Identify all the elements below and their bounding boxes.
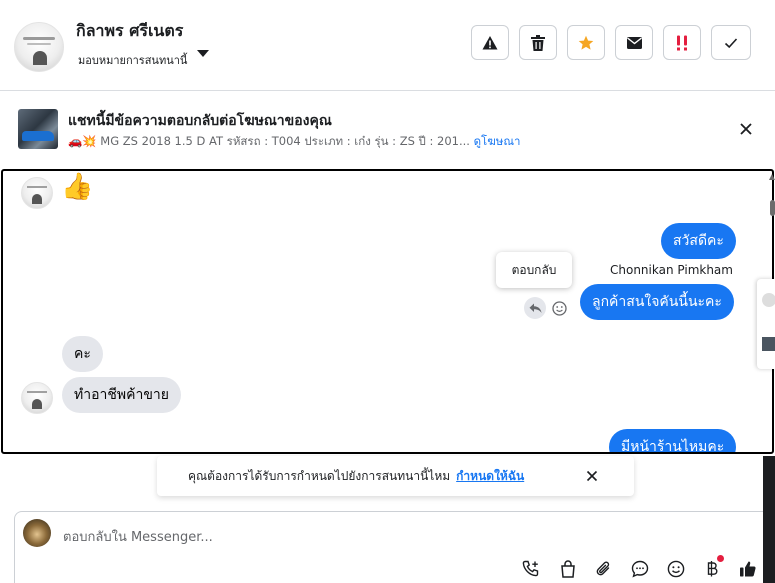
avatar (762, 293, 775, 307)
caret-down-icon[interactable] (197, 50, 209, 57)
window-edge (763, 456, 775, 583)
baht-icon (707, 561, 718, 577)
ad-thumbnail[interactable] (18, 109, 58, 149)
mark-done-button[interactable] (711, 25, 751, 60)
thumbs-up-icon (740, 561, 756, 577)
assign-prompt-text: คุณต้องการได้รับการกำหนดไปยังการสนทนานี้… (188, 467, 524, 486)
emoji-icon (667, 560, 685, 578)
avatar-figure (32, 399, 42, 409)
avatar-scribble (27, 186, 47, 188)
check-icon (724, 37, 738, 48)
avatar-figure (33, 51, 47, 65)
reply-input[interactable]: ตอบกลับใน Messenger... (63, 526, 213, 547)
star-button[interactable] (567, 25, 605, 60)
notification-dot (717, 555, 724, 562)
chat-bubble-icon (631, 560, 649, 578)
thumbs-up-reaction[interactable]: 👍 (61, 172, 93, 202)
send-like-button[interactable] (737, 558, 759, 580)
message-incoming[interactable]: ทำอาชีพค้าขาย (62, 377, 181, 413)
assign-conversation-dropdown[interactable]: มอบหมายการสนทนานี้ (78, 51, 187, 69)
shopping-bag-icon (561, 560, 575, 578)
avatar-figure (32, 194, 42, 204)
reply-tooltip: ตอบกลับ (496, 252, 572, 288)
envelope-icon (626, 36, 642, 49)
mark-spam-button[interactable] (471, 25, 509, 60)
exclamation-icon (677, 35, 687, 50)
message-incoming[interactable]: คะ (62, 336, 103, 372)
emoji-button[interactable] (665, 558, 687, 580)
call-button[interactable] (520, 558, 542, 580)
sender-name: Chonnikan Pimkham (610, 263, 733, 277)
car-image (22, 131, 54, 141)
star-icon (578, 35, 594, 50)
reply-button[interactable] (524, 297, 546, 319)
shop-button[interactable] (557, 558, 579, 580)
contact-avatar-small (21, 177, 53, 209)
ad-thumbnail-small (762, 337, 775, 351)
contact-avatar[interactable] (14, 22, 64, 72)
ad-details: 🚗💥 MG ZS 2018 1.5 D AT รหัสรถ : T004 ประ… (68, 133, 520, 151)
attach-button[interactable] (593, 558, 615, 580)
message-outgoing[interactable]: มีหน้าร้านไหมคะ (609, 429, 737, 452)
emoji-icon (551, 300, 567, 316)
message-composer[interactable] (14, 511, 775, 583)
message-thread[interactable]: สวัสดีคะ Chonnikan Pimkham ลูกค้าสนใจคัน… (1, 169, 774, 454)
attachment-icon (596, 561, 610, 576)
ad-reply-context: แชทนี้มีข้อความตอบกลับต่อโฆษณาของคุณ 🚗💥 … (0, 92, 775, 164)
close-icon[interactable] (584, 468, 600, 484)
avatar-scribble (27, 391, 47, 393)
mark-important-button[interactable] (663, 25, 701, 60)
avatar-scribble (27, 43, 51, 45)
delete-button[interactable] (519, 25, 557, 60)
assign-question: คุณต้องการได้รับการกำหนดไปยังการสนทนานี้… (188, 469, 451, 483)
react-button[interactable] (548, 297, 570, 319)
message-outgoing[interactable]: ลูกค้าสนใจคันนี้นะคะ (580, 284, 734, 320)
warning-icon (482, 35, 498, 49)
side-panel-peek[interactable] (757, 279, 775, 369)
phone-add-icon (522, 560, 539, 577)
saved-replies-button[interactable] (629, 558, 651, 580)
conversation-header: กิลาพร ศรีเนตร มอบหมายการสนทนานี้ (0, 0, 775, 91)
avatar-scribble (23, 37, 55, 40)
page-avatar (23, 519, 51, 547)
scrollbar-thumb[interactable] (770, 200, 775, 216)
scroll-up-arrow[interactable] (769, 174, 775, 180)
ad-reply-title: แชทนี้มีข้อความตอบกลับต่อโฆษณาของคุณ (68, 113, 332, 129)
assign-to-me-link[interactable]: กำหนดให้ฉัน (456, 469, 524, 483)
message-outgoing[interactable]: สวัสดีคะ (661, 223, 736, 259)
view-ad-link[interactable]: ดูโฆษณา (474, 134, 521, 148)
reply-arrow-icon (529, 303, 541, 313)
contact-name[interactable]: กิลาพร ศรีเนตร (76, 19, 183, 44)
contact-avatar-small (21, 382, 53, 414)
mark-unread-button[interactable] (615, 25, 653, 60)
close-icon[interactable] (737, 120, 755, 138)
assign-prompt-banner: คุณต้องการได้รับการกำหนดไปยังการสนทนานี้… (157, 456, 634, 496)
trash-icon (531, 34, 545, 51)
ad-details-text: 🚗💥 MG ZS 2018 1.5 D AT รหัสรถ : T004 ประ… (68, 134, 470, 148)
